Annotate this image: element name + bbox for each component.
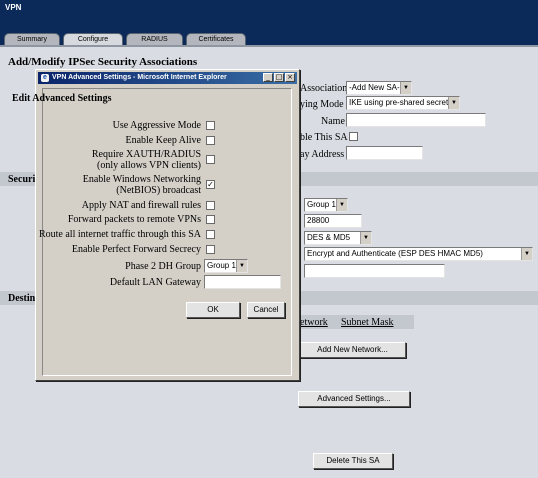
aggressive-mode-checkbox[interactable] (206, 121, 215, 130)
keep-alive-label: Enable Keep Alive (125, 135, 201, 146)
dialog-titlebar[interactable]: e VPN Advanced Settings - Microsoft Inte… (38, 72, 297, 84)
checkmark-icon: ✓ (207, 180, 214, 189)
chevron-down-icon: ▼ (448, 97, 459, 109)
disable-sa-checkbox[interactable] (349, 132, 358, 141)
tab-certificates[interactable]: Certificates (186, 33, 246, 45)
app-header: VPN (0, 0, 538, 32)
nat-firewall-checkbox[interactable] (206, 201, 215, 210)
internet-explorer-icon: e (41, 74, 49, 82)
chevron-down-icon: ▼ (360, 232, 371, 244)
lifetime-input[interactable]: 28800 (304, 214, 362, 228)
close-icon[interactable]: × (285, 73, 295, 82)
minimize-icon[interactable]: _ (263, 73, 273, 82)
subnet-mask-column-header: Subnet Mask (341, 317, 394, 328)
association-select[interactable]: -Add New SA- ▼ (346, 81, 412, 95)
phase2-dh-select-value: Group 1 (207, 261, 236, 270)
pfs-label: Enable Perfect Forward Secrecy (71, 244, 201, 255)
disable-sa-label: ble This SA (300, 132, 348, 143)
phase2-dh-select[interactable]: Group 1 ▼ (204, 259, 248, 273)
route-traffic-checkbox[interactable] (206, 230, 215, 239)
keying-mode-label: ying Mode (300, 99, 344, 110)
keying-mode-select[interactable]: IKE using pre-shared secret ▼ (346, 96, 460, 110)
app-title: VPN (5, 3, 22, 12)
cancel-button[interactable]: Cancel (247, 302, 285, 318)
phase2-dh-label: Phase 2 DH Group (125, 261, 201, 272)
netbios-label-line1: Enable Windows Networking (82, 174, 201, 185)
destination-section-label: Destin (8, 293, 36, 304)
chevron-down-icon: ▼ (236, 260, 247, 272)
chevron-down-icon: ▼ (400, 82, 411, 94)
keying-mode-select-value: IKE using pre-shared secret (349, 98, 449, 107)
pfs-checkbox[interactable] (206, 245, 215, 254)
add-new-network-button[interactable]: Add New Network... (299, 342, 406, 358)
shared-secret-input[interactable] (304, 264, 445, 278)
netbios-checkbox[interactable]: ✓ (206, 180, 215, 189)
association-select-value: -Add New SA- (349, 83, 400, 92)
tab-configure[interactable]: Configure (63, 33, 123, 45)
page-title: Add/Modify IPSec Security Associations (8, 56, 198, 68)
encryption-select-value: DES & MD5 (307, 233, 351, 242)
route-traffic-label: Route all internet traffic through this … (38, 229, 201, 240)
maximize-icon[interactable]: □ (274, 73, 284, 82)
netbios-label-line2: (NetBIOS) broadcast (116, 185, 201, 196)
tab-summary[interactable]: Summary (4, 33, 60, 45)
nat-firewall-label: Apply NAT and firewall rules (81, 200, 201, 211)
forward-packets-label: Forward packets to remote VPNs (67, 214, 201, 225)
association-label: Association (300, 83, 348, 94)
authentication-select-value: Encrypt and Authenticate (ESP DES HMAC M… (307, 249, 483, 258)
advanced-settings-button[interactable]: Advanced Settings... (298, 391, 410, 407)
lan-gateway-label: Default LAN Gateway (109, 277, 201, 288)
network-column-header: etwork (300, 317, 328, 328)
name-label: Name (321, 116, 345, 127)
chevron-down-icon: ▼ (336, 199, 347, 211)
xauth-checkbox[interactable] (206, 155, 215, 164)
gateway-address-input[interactable] (346, 146, 423, 160)
chevron-down-icon: ▼ (521, 248, 532, 260)
advanced-settings-dialog: e VPN Advanced Settings - Microsoft Inte… (35, 69, 300, 381)
security-section-label: Securi (8, 174, 36, 185)
keep-alive-checkbox[interactable] (206, 136, 215, 145)
dh-group-select[interactable]: Group 1 ▼ (304, 198, 348, 212)
aggressive-mode-label: Use Aggressive Mode (112, 120, 201, 131)
ok-button[interactable]: OK (186, 302, 240, 318)
xauth-label-line1: Require XAUTH/RADIUS (91, 149, 201, 160)
gateway-address-label: ay Address (300, 149, 345, 160)
dialog-heading: Edit Advanced Settings (12, 93, 112, 104)
dialog-title: VPN Advanced Settings - Microsoft Intern… (52, 74, 227, 81)
delete-sa-button[interactable]: Delete This SA (313, 453, 393, 469)
encryption-select[interactable]: DES & MD5 ▼ (304, 231, 372, 245)
xauth-label-line2: (only allows VPN clients) (97, 160, 201, 171)
dh-group-select-value: Group 1 (307, 200, 336, 209)
tab-radius[interactable]: RADIUS (126, 33, 183, 45)
name-input[interactable] (346, 113, 486, 127)
lan-gateway-input[interactable] (204, 275, 281, 289)
forward-packets-checkbox[interactable] (206, 215, 215, 224)
authentication-select[interactable]: Encrypt and Authenticate (ESP DES HMAC M… (304, 247, 533, 261)
